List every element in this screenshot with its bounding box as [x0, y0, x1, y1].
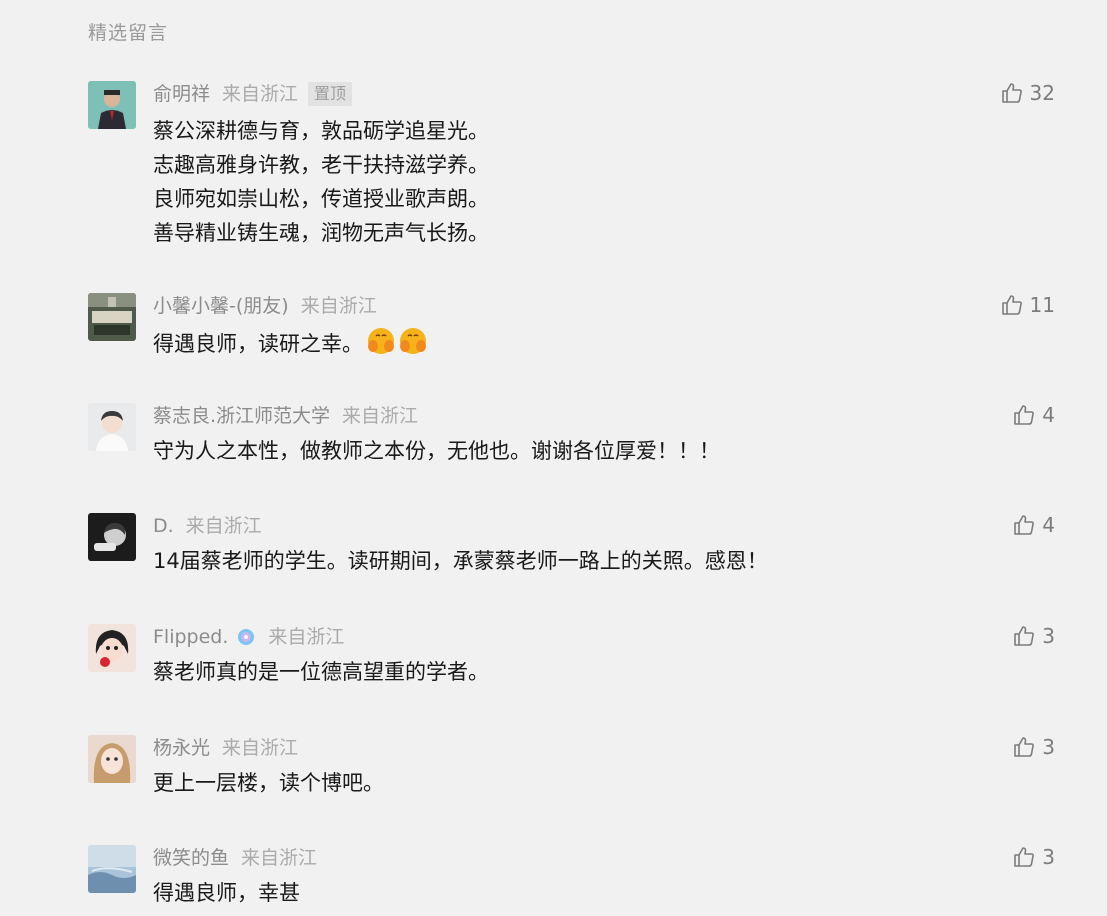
like-count: 4	[1042, 403, 1055, 427]
comment-line: 良师宛如崇山松，传道授业歌声朗。	[153, 187, 489, 211]
comment-line: 志趣高雅身许教，老干扶持滋学养。	[153, 153, 489, 177]
comment-text: 蔡老师真的是一位德高望重的学者。	[153, 655, 489, 689]
commenter-location: 来自浙江	[241, 847, 318, 869]
avatar[interactable]	[88, 513, 136, 561]
avatar[interactable]	[88, 845, 136, 893]
thumbs-up-icon	[1012, 624, 1036, 648]
like-button[interactable]: 4	[1012, 513, 1055, 537]
like-count: 4	[1042, 513, 1055, 537]
comment-text: 蔡公深耕德与育，敦品砺学追星光。 志趣高雅身许教，老干扶持滋学养。 良师宛如崇山…	[153, 114, 489, 250]
thumbs-up-icon	[1000, 293, 1024, 317]
commenter-name[interactable]: D.	[153, 513, 174, 539]
commenter-location: 来自浙江	[268, 626, 345, 648]
commenter-location: 来自浙江	[185, 515, 262, 537]
disc-badge-icon	[236, 627, 256, 647]
comment-text: 得遇良师，读研之幸。	[153, 324, 431, 366]
comment-line: 蔡公深耕德与育，敦品砺学追星光。	[153, 119, 489, 143]
commenter-name[interactable]: 杨永光	[153, 735, 210, 761]
comment-meta: 蔡志良.浙江师范大学 来自浙江	[153, 403, 418, 429]
commenter-name[interactable]: 蔡志良.浙江师范大学	[153, 403, 330, 429]
comment-meta: 小馨小馨-(朋友) 来自浙江	[153, 293, 377, 319]
comment-line: 守为人之本性，做教师之本份，无他也。谢谢各位厚爱！！！	[153, 439, 720, 463]
comment-text: 得遇良师，幸甚	[153, 876, 300, 910]
pinned-badge: 置顶	[308, 82, 353, 106]
commenter-location: 来自浙江	[342, 405, 419, 427]
comment-meta: Flipped. 来自浙江	[153, 624, 344, 650]
comment-line: 更上一层楼，读个博吧。	[153, 771, 384, 795]
avatar[interactable]	[88, 624, 136, 672]
like-button[interactable]: 3	[1012, 735, 1055, 759]
thumbs-up-icon	[1000, 81, 1024, 105]
comment-line: 善导精业铸生魂，润物无声气长扬。	[153, 221, 489, 245]
commenter-location: 来自浙江	[222, 737, 299, 759]
hands-cheek-emoji	[365, 324, 431, 366]
like-button[interactable]: 32	[1000, 81, 1055, 105]
thumbs-up-icon	[1012, 735, 1036, 759]
avatar[interactable]	[88, 735, 136, 783]
like-button[interactable]: 4	[1012, 403, 1055, 427]
comment-meta: 杨永光 来自浙江	[153, 735, 298, 761]
like-button[interactable]: 3	[1012, 845, 1055, 869]
like-count: 3	[1042, 845, 1055, 869]
like-count: 11	[1029, 293, 1055, 317]
commenter-location: 来自浙江	[222, 83, 299, 105]
avatar[interactable]	[88, 403, 136, 451]
comment-text: 守为人之本性，做教师之本份，无他也。谢谢各位厚爱！！！	[153, 434, 720, 468]
commenter-location: 来自浙江	[300, 295, 377, 317]
like-button[interactable]: 3	[1012, 624, 1055, 648]
thumbs-up-icon	[1012, 403, 1036, 427]
like-count: 3	[1042, 735, 1055, 759]
thumbs-up-icon	[1012, 513, 1036, 537]
comment-line: 蔡老师真的是一位德高望重的学者。	[153, 660, 489, 684]
comment-text: 14届蔡老师的学生。读研期间，承蒙蔡老师一路上的关照。感恩！	[153, 544, 768, 578]
section-title: 精选留言	[88, 22, 169, 44]
comment-text: 更上一层楼，读个博吧。	[153, 766, 384, 800]
commenter-name[interactable]: 微笑的鱼	[153, 845, 229, 871]
like-count: 32	[1029, 81, 1055, 105]
like-button[interactable]: 11	[1000, 293, 1055, 317]
thumbs-up-icon	[1012, 845, 1036, 869]
comment-line: 得遇良师，读研之幸。	[153, 332, 363, 356]
commenter-name[interactable]: 小馨小馨-(朋友)	[153, 293, 289, 319]
commenter-name[interactable]: 俞明祥	[153, 81, 210, 107]
avatar[interactable]	[88, 81, 136, 129]
comment-meta: D. 来自浙江	[153, 513, 262, 539]
comment-meta: 微笑的鱼 来自浙江	[153, 845, 317, 871]
commenter-name[interactable]: Flipped.	[153, 624, 228, 650]
avatar[interactable]	[88, 293, 136, 341]
comment-line: 得遇良师，幸甚	[153, 881, 300, 905]
like-count: 3	[1042, 624, 1055, 648]
comment-meta: 俞明祥 来自浙江 置顶	[153, 81, 353, 107]
comment-line: 14届蔡老师的学生。读研期间，承蒙蔡老师一路上的关照。感恩！	[153, 549, 768, 573]
